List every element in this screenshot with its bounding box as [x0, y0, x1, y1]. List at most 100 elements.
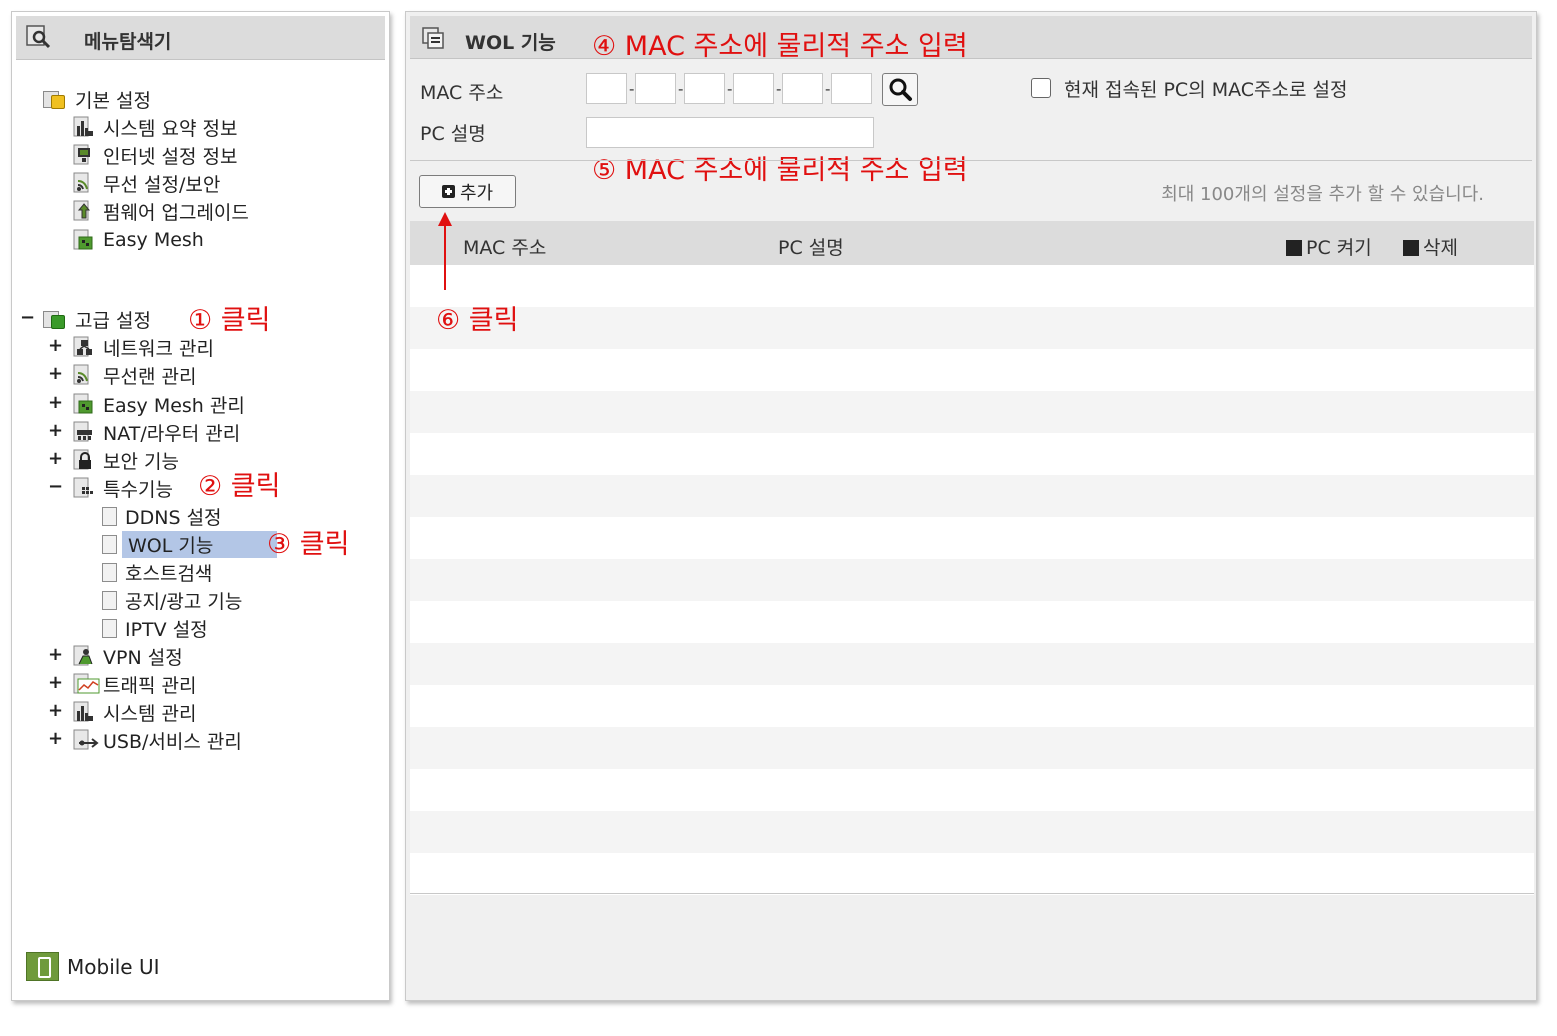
- tree-item-system[interactable]: 시스템 관리: [73, 699, 196, 725]
- tree-item-vpn[interactable]: VPN 설정: [73, 643, 183, 669]
- collapse-toggle-icon[interactable]: −: [20, 307, 35, 329]
- table-row: [410, 769, 1534, 811]
- mac-separator: -: [678, 80, 684, 98]
- minus-icon: [1403, 240, 1419, 256]
- tree-label: 펌웨어 업그레이드: [103, 201, 249, 224]
- tree-basic-settings[interactable]: 기본 설정: [43, 86, 151, 112]
- wol-table-body: [410, 265, 1534, 895]
- mac-octet-1-input[interactable]: [586, 73, 627, 104]
- divider: [410, 160, 1532, 161]
- vpn-icon: [73, 645, 93, 666]
- table-row: [410, 559, 1534, 601]
- annotation-step-2: ② 클릭: [198, 471, 281, 502]
- expand-toggle-icon[interactable]: +: [48, 335, 63, 357]
- tree-item-traffic[interactable]: 트래픽 관리: [73, 671, 196, 697]
- tree-item-wireless-security[interactable]: 무선 설정/보안: [73, 170, 220, 196]
- table-row: [410, 727, 1534, 769]
- network-icon: [73, 336, 92, 357]
- tree-label: 네트워크 관리: [103, 337, 214, 360]
- mac-search-button[interactable]: [882, 73, 918, 106]
- tree-item-firmware-upgrade[interactable]: 펌웨어 업그레이드: [73, 198, 249, 224]
- table-footer-divider: [410, 893, 1534, 894]
- tree-label: Easy Mesh: [103, 229, 204, 251]
- tree-item-security[interactable]: 보안 기능: [73, 447, 179, 473]
- tree-item-host-search[interactable]: 호스트검색: [102, 559, 212, 585]
- annotation-step-1: ① 클릭: [188, 305, 271, 336]
- mac-octet-6-input[interactable]: [831, 73, 872, 104]
- tree-item-wol[interactable]: WOL 기능: [102, 530, 278, 558]
- tree-label: 특수기능: [103, 478, 173, 501]
- monitor-icon: [73, 144, 90, 165]
- mac-separator: -: [727, 80, 733, 98]
- tree-item-system-summary[interactable]: 시스템 요약 정보: [73, 114, 237, 140]
- expand-toggle-icon[interactable]: +: [48, 672, 63, 694]
- tree-item-easy-mesh-manage[interactable]: Easy Mesh 관리: [73, 391, 245, 417]
- tree-label: VPN 설정: [103, 646, 183, 669]
- expand-toggle-icon[interactable]: +: [48, 448, 63, 470]
- tree-item-special-features[interactable]: 특수기능: [73, 475, 173, 501]
- table-row: [410, 601, 1534, 643]
- tree-label: NAT/라우터 관리: [103, 422, 241, 445]
- tree-item-ddns[interactable]: DDNS 설정: [102, 503, 222, 529]
- wifi-icon: [73, 172, 89, 193]
- tree-item-wlan[interactable]: 무선랜 관리: [73, 362, 196, 388]
- page-icon: [102, 506, 117, 526]
- collapse-toggle-icon[interactable]: −: [48, 476, 63, 498]
- mobile-ui-link[interactable]: Mobile UI: [26, 952, 160, 981]
- use-current-pc-mac-checkbox[interactable]: [1031, 78, 1051, 98]
- mac-octet-5-input[interactable]: [782, 73, 823, 104]
- expand-toggle-icon[interactable]: +: [48, 420, 63, 442]
- expand-toggle-icon[interactable]: +: [48, 700, 63, 722]
- page-icon: [102, 562, 117, 582]
- traffic-chart-icon: [73, 673, 100, 694]
- tree-item-usb-service[interactable]: USB/서비스 관리: [73, 727, 242, 753]
- expand-toggle-icon[interactable]: +: [48, 363, 63, 385]
- mesh-icon: [73, 229, 93, 250]
- tree-label: 기본 설정: [75, 89, 151, 112]
- tree-item-internet-info[interactable]: 인터넷 설정 정보: [73, 142, 237, 168]
- table-row: [410, 391, 1534, 433]
- tree-item-notice-ad[interactable]: 공지/광고 기능: [102, 587, 242, 613]
- tree-label: 호스트검색: [125, 562, 213, 585]
- annotation-step-5: ⑤ MAC 주소에 물리적 주소 입력: [592, 155, 968, 186]
- router-icon: [73, 421, 92, 442]
- use-current-pc-mac-label: 현재 접속된 PC의 MAC주소로 설정: [1064, 79, 1348, 101]
- upgrade-arrow-icon: [73, 200, 91, 221]
- table-row: [410, 307, 1534, 349]
- tree-label: 시스템 요약 정보: [103, 117, 238, 140]
- mac-octet-3-input[interactable]: [684, 73, 725, 104]
- tree-item-nat-router[interactable]: NAT/라우터 관리: [73, 419, 240, 445]
- folder-settings-icon: [43, 89, 67, 109]
- tree-item-network[interactable]: 네트워크 관리: [73, 334, 214, 360]
- mac-separator: -: [825, 80, 831, 98]
- mac-octet-4-input[interactable]: [733, 73, 774, 104]
- table-row: [410, 475, 1534, 517]
- limit-note: 최대 100개의 설정을 추가 할 수 있습니다.: [1161, 184, 1484, 205]
- mac-octet-2-input[interactable]: [635, 73, 676, 104]
- window-icon: [422, 27, 444, 49]
- table-row: [410, 685, 1534, 727]
- content-header: WOL 기능: [410, 16, 1532, 59]
- table-row: [410, 265, 1534, 307]
- expand-toggle-icon[interactable]: +: [48, 392, 63, 414]
- expand-toggle-icon[interactable]: +: [48, 728, 63, 750]
- page-icon: [102, 618, 117, 638]
- folder-advanced-icon: [43, 309, 67, 329]
- menu-explorer-title: 메뉴탐색기: [84, 31, 172, 53]
- tree-label: 트래픽 관리: [103, 674, 197, 697]
- add-button[interactable]: 추가: [419, 175, 516, 208]
- tree-advanced-settings[interactable]: 고급 설정: [43, 306, 151, 332]
- tree-item-easy-mesh[interactable]: Easy Mesh: [73, 227, 204, 253]
- annotation-arrow: [444, 222, 446, 290]
- search-menu-icon: [26, 25, 51, 49]
- tree-item-iptv[interactable]: IPTV 설정: [102, 615, 208, 641]
- mobile-ui-label: Mobile UI: [67, 954, 160, 979]
- column-delete: 삭제: [1403, 233, 1458, 260]
- page-icon: [102, 590, 117, 610]
- tree-label: 보안 기능: [103, 450, 179, 473]
- tree-label: Easy Mesh 관리: [103, 394, 245, 417]
- tree-label: 고급 설정: [75, 309, 151, 332]
- pc-description-input[interactable]: [586, 117, 874, 148]
- lock-icon: [73, 449, 91, 470]
- expand-toggle-icon[interactable]: +: [48, 644, 63, 666]
